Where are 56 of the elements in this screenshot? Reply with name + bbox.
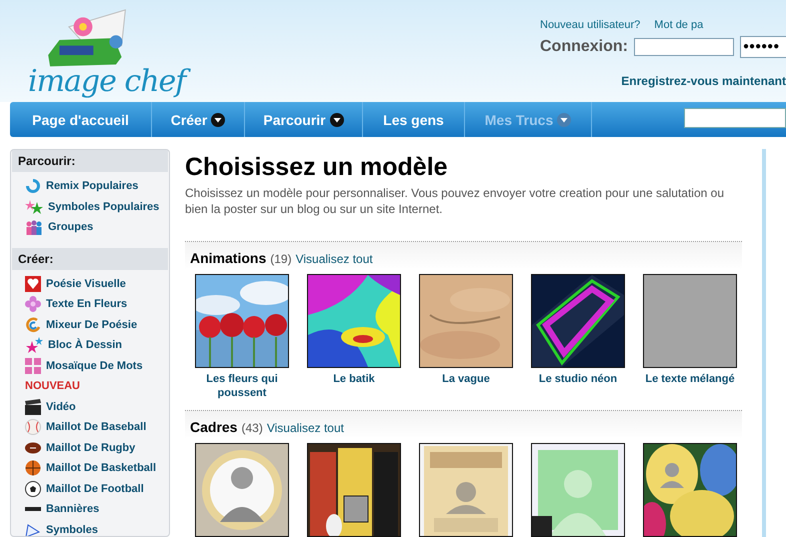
basketball-icon bbox=[25, 460, 41, 476]
letter-blocks-icon bbox=[25, 358, 41, 374]
sidebar-heading: Créer: bbox=[12, 248, 168, 270]
sidebar-link[interactable]: Bloc À Dessin bbox=[48, 339, 122, 352]
sidebar-link[interactable]: Maillot De Baseball bbox=[46, 421, 146, 434]
search-field[interactable] bbox=[684, 108, 786, 128]
clapperboard-icon bbox=[25, 398, 41, 415]
logo-text: image chef bbox=[28, 62, 192, 102]
template-title[interactable]: La vague bbox=[410, 372, 522, 386]
template-title[interactable]: Le batik bbox=[298, 372, 410, 386]
stars-icon bbox=[25, 198, 43, 215]
new-user-link[interactable]: Nouveau utilisateur? bbox=[540, 19, 640, 31]
heart-icon bbox=[25, 276, 41, 292]
template-title[interactable]: Les fleurs qui poussent bbox=[186, 372, 298, 400]
sidebar-link[interactable]: Poésie Visuelle bbox=[46, 278, 126, 290]
nav-tab[interactable]: Créer bbox=[152, 102, 245, 137]
view-all-link[interactable]: Visualisez tout bbox=[266, 421, 344, 435]
register-link[interactable]: Enregistrez-vous maintenant bbox=[621, 74, 786, 88]
nav-tab[interactable]: Parcourir bbox=[245, 102, 363, 137]
view-all-link[interactable]: Visualisez tout bbox=[296, 252, 373, 266]
password-label: Mot de pa bbox=[654, 19, 704, 31]
sidebar-link[interactable]: Maillot De Football bbox=[46, 482, 144, 495]
stars-icon bbox=[25, 337, 43, 354]
section-title: Animations bbox=[190, 250, 266, 266]
rugby-ball-icon bbox=[25, 440, 41, 456]
sidebar-link[interactable]: Groupes bbox=[48, 221, 94, 234]
section-count: (43) bbox=[241, 421, 263, 435]
sidebar-link[interactable]: Remix Populaires bbox=[46, 180, 138, 192]
page-title: Choisissez un modèle bbox=[185, 153, 449, 182]
sidebar-link[interactable]: Vidéo bbox=[46, 400, 76, 413]
sidebar-heading: Parcourir: bbox=[12, 150, 168, 172]
section-count: (19) bbox=[270, 252, 292, 266]
flower-icon bbox=[25, 296, 41, 312]
intro-text: Choisissez un modèle pour personnaliser. Vous pouvez envoyer votre creation pour une salutation ou bien la poster sur un blog ou sur un site Internet. bbox=[185, 185, 725, 217]
sidebar-link[interactable]: Bannières bbox=[46, 503, 100, 516]
password-field[interactable]: ●●●●●● bbox=[740, 36, 786, 58]
username-field[interactable] bbox=[634, 38, 734, 56]
login-label: Connexion: bbox=[540, 38, 628, 56]
sidebar-link[interactable]: Symboles bbox=[46, 524, 98, 536]
sidebar-link[interactable]: Symboles Populaires bbox=[48, 200, 160, 213]
soccer-ball-icon bbox=[25, 480, 41, 497]
template-title[interactable]: Le studio néon bbox=[522, 372, 634, 386]
section-title: Cadres bbox=[190, 419, 238, 435]
swirl-icon bbox=[25, 316, 41, 333]
sidebar-link[interactable]: Texte En Fleurs bbox=[46, 298, 128, 310]
people-icon bbox=[25, 219, 43, 236]
banner-icon bbox=[25, 507, 41, 512]
sidebar-link[interactable]: Maillot De Rugby bbox=[46, 442, 136, 454]
sidebar-link[interactable]: Mixeur De Poésie bbox=[46, 318, 138, 331]
new-label: NOUVEAU bbox=[25, 380, 80, 392]
baseball-icon bbox=[25, 419, 41, 436]
sidebar-link[interactable]: Maillot De Basketball bbox=[46, 462, 156, 474]
nav-tab[interactable]: Les gens bbox=[363, 102, 465, 137]
nav-tab[interactable]: Page d'accueil bbox=[10, 102, 152, 137]
sidebar-link[interactable]: Mosaïque De Mots bbox=[46, 360, 143, 372]
template-title[interactable]: Le texte mélangé bbox=[634, 372, 746, 386]
